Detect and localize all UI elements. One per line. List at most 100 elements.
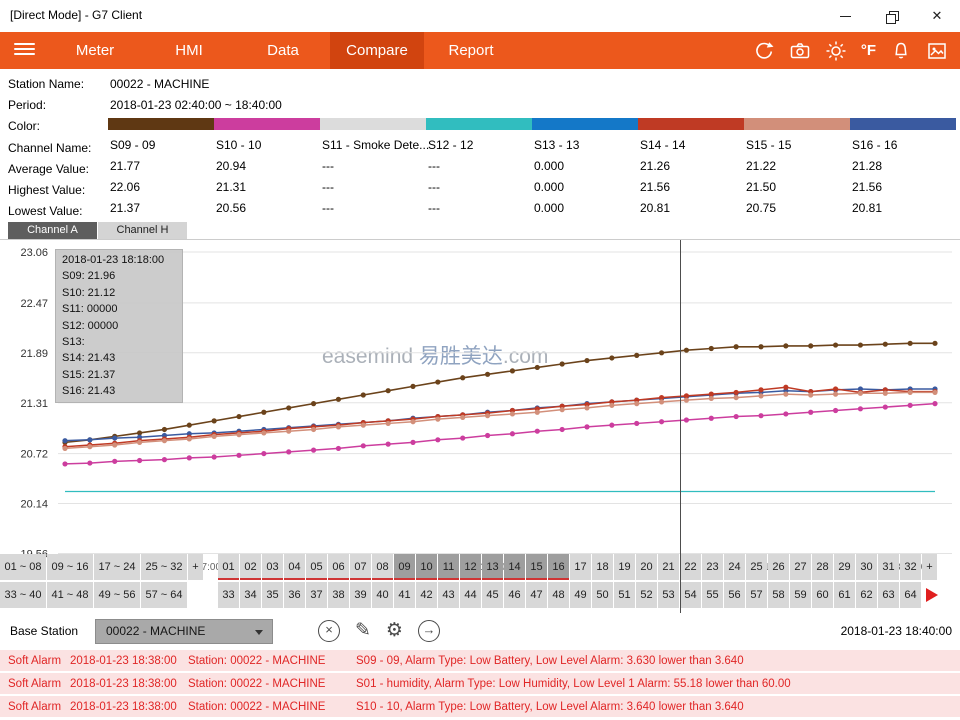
- nav-tab-hmi[interactable]: HMI: [142, 32, 236, 69]
- channel-number-button[interactable]: 07: [350, 554, 371, 580]
- channel-number-button[interactable]: 18: [592, 554, 613, 580]
- channel-number-button[interactable]: 40: [372, 582, 393, 608]
- channel-number-button[interactable]: 27: [790, 554, 811, 580]
- close-button[interactable]: ✕: [914, 0, 960, 32]
- alarm-row[interactable]: Soft Alarm2018-01-23 18:38:00Station: 00…: [0, 673, 960, 694]
- channel-number-button[interactable]: 16: [548, 554, 569, 580]
- channel-number-button[interactable]: 19: [614, 554, 635, 580]
- menu-icon[interactable]: [0, 32, 48, 69]
- channel-number-button[interactable]: 52: [636, 582, 657, 608]
- add-button[interactable]: +: [188, 554, 203, 580]
- channel-number-button[interactable]: 06: [328, 554, 349, 580]
- channel-range-button[interactable]: 09 ~ 16: [47, 554, 93, 580]
- channel-number-button[interactable]: 51: [614, 582, 635, 608]
- channel-number-button[interactable]: 49: [570, 582, 591, 608]
- channel-number-button[interactable]: 20: [636, 554, 657, 580]
- alarm-bell-icon[interactable]: [890, 40, 912, 62]
- tab-channel-a[interactable]: Channel A: [8, 222, 97, 239]
- channel-range-button[interactable]: 33 ~ 40: [0, 582, 46, 608]
- channel-number-button[interactable]: 43: [438, 582, 459, 608]
- channel-number-button[interactable]: 50: [592, 582, 613, 608]
- channel-number-button[interactable]: 64: [900, 582, 921, 608]
- channel-number-button[interactable]: 24: [724, 554, 745, 580]
- channel-number-button[interactable]: 22: [680, 554, 701, 580]
- channel-range-button[interactable]: 17 ~ 24: [94, 554, 140, 580]
- channel-number-button[interactable]: 55: [702, 582, 723, 608]
- channel-number-button[interactable]: 57: [746, 582, 767, 608]
- channel-number-button[interactable]: 61: [834, 582, 855, 608]
- channel-number-button[interactable]: 29: [834, 554, 855, 580]
- channel-number-button[interactable]: 15: [526, 554, 547, 580]
- channel-number-button[interactable]: 01: [218, 554, 239, 580]
- nav-tab-data[interactable]: Data: [236, 32, 330, 69]
- channel-number-button[interactable]: 38: [328, 582, 349, 608]
- channel-number-button[interactable]: 13: [482, 554, 503, 580]
- base-station-dropdown[interactable]: 00022 - MACHINE: [95, 619, 273, 644]
- channel-number-button[interactable]: 31: [878, 554, 899, 580]
- restore-button[interactable]: [868, 0, 914, 32]
- channel-number-button[interactable]: 10: [416, 554, 437, 580]
- channel-number-button[interactable]: 21: [658, 554, 679, 580]
- channel-number-button[interactable]: 09: [394, 554, 415, 580]
- channel-number-button[interactable]: 47: [526, 582, 547, 608]
- channel-number-button[interactable]: 54: [680, 582, 701, 608]
- channel-number-button[interactable]: 11: [438, 554, 459, 580]
- sync-icon[interactable]: [753, 40, 775, 62]
- channel-number-button[interactable]: 63: [878, 582, 899, 608]
- channel-number-button[interactable]: 33: [218, 582, 239, 608]
- channel-range-button[interactable]: 41 ~ 48: [47, 582, 93, 608]
- channel-number-button[interactable]: 05: [306, 554, 327, 580]
- channel-number-button[interactable]: 30: [856, 554, 877, 580]
- channel-number-button[interactable]: 35: [262, 582, 283, 608]
- channel-number-button[interactable]: 23: [702, 554, 723, 580]
- channel-number-button[interactable]: 44: [460, 582, 481, 608]
- channel-number-button[interactable]: 12: [460, 554, 481, 580]
- nav-tab-compare[interactable]: Compare: [330, 32, 424, 69]
- alarm-row[interactable]: Soft Alarm2018-01-23 18:38:00Station: 00…: [0, 696, 960, 717]
- brightness-icon[interactable]: [825, 40, 847, 62]
- camera-icon[interactable]: [789, 40, 811, 62]
- channel-number-button[interactable]: 39: [350, 582, 371, 608]
- channel-number-button[interactable]: 59: [790, 582, 811, 608]
- nav-tab-meter[interactable]: Meter: [48, 32, 142, 69]
- channel-number-button[interactable]: 45: [482, 582, 503, 608]
- image-icon[interactable]: [926, 40, 948, 62]
- channel-number-button[interactable]: 14: [504, 554, 525, 580]
- channel-number-button[interactable]: 41: [394, 582, 415, 608]
- channel-number-button[interactable]: 62: [856, 582, 877, 608]
- next-page-arrow[interactable]: [926, 588, 938, 602]
- channel-number-button[interactable]: 53: [658, 582, 679, 608]
- channel-number-button[interactable]: 26: [768, 554, 789, 580]
- minimize-button[interactable]: [822, 0, 868, 32]
- settings-icon[interactable]: ⚙: [386, 620, 403, 642]
- channel-number-button[interactable]: 60: [812, 582, 833, 608]
- channel-range-button[interactable]: 49 ~ 56: [94, 582, 140, 608]
- channel-number-button[interactable]: 04: [284, 554, 305, 580]
- channel-range-button[interactable]: 57 ~ 64: [141, 582, 187, 608]
- channel-number-button[interactable]: 42: [416, 582, 437, 608]
- fahrenheit-icon[interactable]: °F: [861, 42, 876, 59]
- channel-number-button[interactable]: 37: [306, 582, 327, 608]
- channel-number-button[interactable]: 32: [900, 554, 921, 580]
- tab-channel-h[interactable]: Channel H: [98, 222, 187, 239]
- channel-number-button[interactable]: 17: [570, 554, 591, 580]
- go-icon[interactable]: →: [418, 620, 440, 642]
- clear-icon[interactable]: ×: [318, 620, 340, 642]
- channel-number-button[interactable]: 58: [768, 582, 789, 608]
- channel-number-button[interactable]: 48: [548, 582, 569, 608]
- channel-number-button[interactable]: 03: [262, 554, 283, 580]
- channel-number-button[interactable]: 34: [240, 582, 261, 608]
- channel-range-button[interactable]: 25 ~ 32: [141, 554, 187, 580]
- channel-number-button[interactable]: 28: [812, 554, 833, 580]
- channel-number-button[interactable]: 02: [240, 554, 261, 580]
- channel-range-button[interactable]: 01 ~ 08: [0, 554, 46, 580]
- edit-icon[interactable]: ✎: [355, 620, 371, 642]
- channel-number-button[interactable]: 56: [724, 582, 745, 608]
- channel-number-button[interactable]: 08: [372, 554, 393, 580]
- channel-number-button[interactable]: 46: [504, 582, 525, 608]
- channel-number-button[interactable]: 25: [746, 554, 767, 580]
- add-button[interactable]: +: [922, 554, 937, 580]
- alarm-row[interactable]: Soft Alarm2018-01-23 18:38:00Station: 00…: [0, 650, 960, 671]
- channel-number-button[interactable]: 36: [284, 582, 305, 608]
- nav-tab-report[interactable]: Report: [424, 32, 518, 69]
